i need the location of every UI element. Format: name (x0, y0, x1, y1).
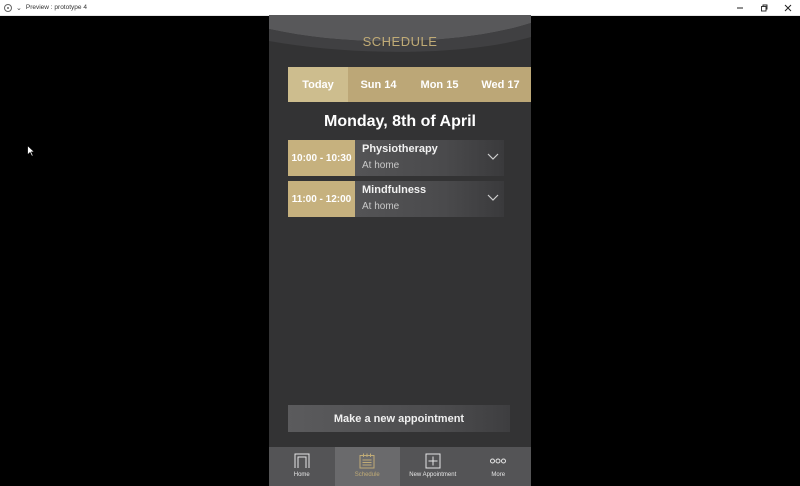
appointment-card[interactable]: 11:00 - 12:00 Mindfulness At home (288, 181, 504, 217)
nav-label: New Appointment (409, 472, 457, 478)
app-icon[interactable] (4, 3, 12, 12)
appointment-details: Mindfulness At home (355, 181, 504, 217)
window-title-group: ⌄ Preview : prototype 4 (4, 2, 87, 13)
tab-today[interactable]: Today (288, 67, 348, 102)
mouse-cursor-icon (27, 145, 35, 157)
tab-wed-17[interactable]: Wed 17 (470, 67, 531, 102)
nav-item-home[interactable]: Home (269, 447, 335, 486)
restore-icon[interactable] (752, 0, 776, 15)
appointment-location: At home (362, 160, 400, 171)
appointment-time: 10:00 - 10:30 (288, 140, 355, 176)
home-icon (294, 453, 310, 468)
tab-mon-15[interactable]: Mon 15 (409, 67, 470, 102)
page-title: SCHEDULE (362, 34, 438, 49)
nav-item-more[interactable]: More (466, 447, 532, 486)
nav-label: Home (293, 472, 310, 478)
close-icon[interactable] (776, 0, 800, 15)
tab-sun-14[interactable]: Sun 14 (348, 67, 409, 102)
calendar-icon (359, 453, 375, 469)
nav-item-schedule[interactable]: Schedule (334, 447, 400, 486)
plus-square-icon (425, 453, 441, 469)
nav-item-new-appointment[interactable]: New Appointment (400, 447, 466, 486)
chevron-down-icon[interactable] (487, 194, 499, 202)
more-dots-icon (490, 458, 507, 464)
appointment-name: Mindfulness (362, 184, 427, 196)
header: SCHEDULE (269, 15, 531, 66)
appointment-location: At home (362, 201, 400, 212)
appointment-time: 11:00 - 12:00 (288, 181, 355, 217)
chevron-down-icon[interactable]: ⌄ (16, 4, 22, 12)
bottom-nav: Home Schedule New Appointment More (269, 447, 531, 486)
phone-screen: SCHEDULE Today Sun 14 Mon 15 Wed 17 Mond… (269, 15, 531, 486)
appointment-card[interactable]: 10:00 - 10:30 Physiotherapy At home (288, 140, 504, 176)
date-heading: Monday, 8th of April (324, 113, 476, 130)
nav-label: More (491, 472, 506, 478)
date-tabs: Today Sun 14 Mon 15 Wed 17 (288, 67, 531, 102)
nav-label: Schedule (354, 472, 380, 478)
window-title-bar: ⌄ Preview : prototype 4 (0, 0, 800, 16)
chevron-down-icon[interactable] (487, 153, 499, 161)
appointment-name: Physiotherapy (362, 143, 438, 155)
window-title: Preview : prototype 4 (25, 4, 87, 11)
appointment-details: Physiotherapy At home (355, 140, 504, 176)
new-appointment-button[interactable]: Make a new appointment (288, 405, 510, 432)
minimize-icon[interactable] (728, 0, 752, 15)
window-controls (728, 0, 800, 15)
